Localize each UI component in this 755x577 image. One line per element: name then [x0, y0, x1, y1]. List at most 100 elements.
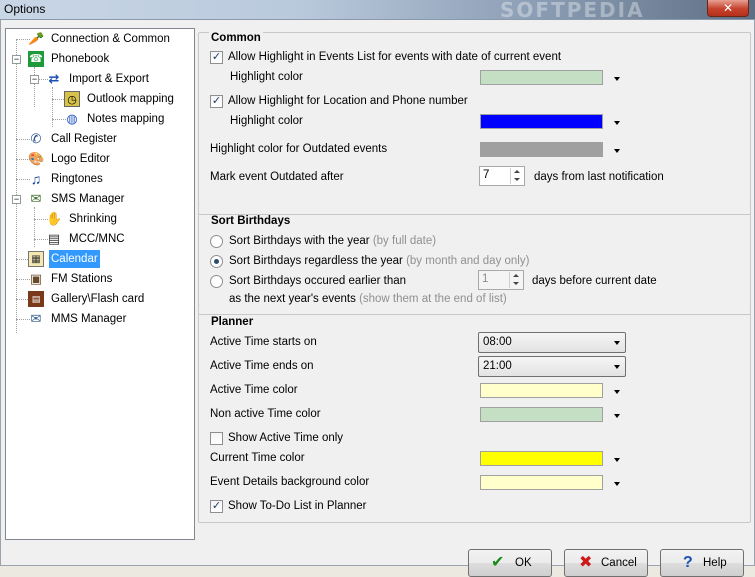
show-active-only-label: Show Active Time only — [228, 432, 344, 444]
tree-item-label: Shrinking — [69, 213, 117, 225]
active-start-value: 08:00 — [483, 336, 512, 348]
common-group-title: Common — [209, 32, 263, 44]
tree-item-label: Import & Export — [69, 73, 149, 85]
cancel-label: Cancel — [601, 557, 637, 569]
current-color-dropdown-icon[interactable] — [614, 458, 620, 462]
outdated-color-swatch[interactable] — [480, 142, 603, 157]
ok-button[interactable]: ✔ OK — [468, 549, 552, 577]
active-end-select[interactable]: 21:00 — [478, 356, 626, 377]
show-active-only-checkbox[interactable] — [210, 432, 223, 445]
nonactive-color-label: Non active Time color — [210, 408, 321, 420]
title-bar[interactable]: Options SOFTPEDIA ✕ — [0, 0, 755, 22]
tree-item-label: FM Stations — [51, 273, 113, 285]
highlight-location-checkbox[interactable]: ✓ — [210, 95, 223, 108]
details-bg-swatch[interactable] — [480, 475, 603, 490]
help-icon: ? — [683, 554, 693, 571]
calendar-options-panel: Common ✓ Allow Highlight in Events List … — [198, 20, 752, 523]
cancel-button[interactable]: ✖ Cancel — [564, 549, 648, 577]
spinner-buttons[interactable] — [509, 272, 522, 288]
nonactive-color-dropdown-icon[interactable] — [614, 414, 620, 418]
mark-outdated-value: 7 — [483, 169, 490, 181]
phone-icon: ☎ — [28, 51, 44, 67]
highlight-color-dropdown-icon[interactable] — [614, 121, 620, 125]
highlight-color-dropdown-icon[interactable] — [614, 77, 620, 81]
mms-icon: ✉ — [30, 311, 42, 326]
sort-earlier-label: Sort Birthdays occured earlier than — [229, 275, 407, 287]
sort-birthdays-group: Sort Birthdays Sort Birthdays with the y… — [198, 203, 751, 315]
current-color-swatch[interactable] — [480, 451, 603, 466]
collapse-phonebook-toggle[interactable]: − — [12, 55, 21, 64]
collapse-import-export-toggle[interactable]: − — [30, 75, 39, 84]
chevron-down-icon — [614, 365, 620, 369]
tree-item-label: Phonebook — [51, 53, 110, 65]
birthdays-group-title: Sort Birthdays — [209, 215, 293, 227]
watermark: SOFTPEDIA — [500, 0, 645, 22]
tree-line — [52, 87, 53, 127]
details-bg-dropdown-icon[interactable] — [614, 482, 620, 486]
gallery-icon: ▤ — [28, 291, 44, 307]
tree-item-label: Gallery\Flash card — [51, 293, 145, 305]
sms-icon: ✉ — [30, 191, 42, 206]
window-title: Options — [4, 2, 46, 16]
active-color-swatch[interactable] — [480, 383, 603, 398]
close-button[interactable]: ✕ — [707, 0, 749, 17]
antenna-icon: ▤ — [47, 231, 61, 246]
details-bg-label: Event Details background color — [210, 476, 370, 488]
mark-outdated-spinner[interactable]: 7 — [479, 166, 525, 186]
tree-item-label: MMS Manager — [51, 313, 127, 325]
outdated-color-label: Highlight color for Outdated events — [210, 143, 388, 155]
planner-group: Planner Active Time starts on 08:00 Acti… — [198, 304, 751, 523]
hand-icon: ✋ — [46, 211, 63, 226]
help-button[interactable]: ? Help — [660, 549, 744, 577]
sort-regardless-year-label: Sort Birthdays regardless the year (by m… — [229, 255, 530, 267]
common-group: Common ✓ Allow Highlight in Events List … — [198, 32, 751, 215]
calendar-icon: ▦ — [28, 251, 44, 267]
active-end-value: 21:00 — [483, 360, 512, 372]
globe-icon: ◍ — [66, 111, 78, 126]
radio-icon: ▣ — [29, 271, 43, 286]
active-start-label: Active Time starts on — [210, 336, 317, 348]
sort-regardless-year-radio[interactable] — [210, 255, 223, 268]
clock-icon: ◷ — [64, 91, 80, 107]
sort-with-year-label: Sort Birthdays with the year (by full da… — [229, 235, 437, 247]
cancel-x-icon: ✖ — [579, 554, 593, 571]
highlight-color-label: Highlight color — [230, 71, 303, 83]
days-before-value: 1 — [482, 273, 489, 285]
highlight-color-swatch[interactable] — [480, 114, 603, 129]
nonactive-color-swatch[interactable] — [480, 407, 603, 422]
active-color-label: Active Time color — [210, 384, 298, 396]
collapse-sms-manager-toggle[interactable]: − — [12, 195, 21, 204]
sort-with-year-radio[interactable] — [210, 235, 223, 248]
highlight-color-label: Highlight color — [230, 115, 303, 127]
options-dialog: − − − 🥕 Connection & Common ☎ Phonebook … — [0, 20, 755, 577]
highlight-events-checkbox[interactable]: ✓ — [210, 51, 223, 64]
show-todo-label: Show To-Do List in Planner — [228, 500, 367, 512]
mark-outdated-suffix: days from last notification — [534, 171, 664, 183]
tree-item-label: MCC/MNC — [69, 233, 125, 245]
call-register-icon: ✆ — [30, 131, 42, 146]
carrot-icon: 🥕 — [28, 31, 45, 46]
highlight-color-swatch[interactable] — [480, 70, 603, 85]
options-tree[interactable]: − − − 🥕 Connection & Common ☎ Phonebook … — [5, 28, 195, 540]
active-start-select[interactable]: 08:00 — [478, 332, 626, 353]
palette-icon: 🎨 — [28, 151, 45, 166]
active-color-dropdown-icon[interactable] — [614, 390, 620, 394]
music-note-icon: ♫ — [30, 171, 42, 187]
checkmark-icon: ✔ — [491, 554, 505, 571]
tree-item-label: Call Register — [51, 133, 117, 145]
tree-item-label: SMS Manager — [51, 193, 125, 205]
show-todo-checkbox[interactable]: ✓ — [210, 500, 223, 513]
tree-line — [34, 67, 35, 107]
sync-arrows-icon: ⇄ — [48, 71, 60, 86]
spinner-buttons[interactable] — [510, 168, 523, 184]
tree-item-label: Outlook mapping — [87, 93, 174, 105]
outdated-color-dropdown-icon[interactable] — [614, 149, 620, 153]
tree-item-label: Connection & Common — [51, 33, 170, 45]
help-label: Help — [703, 557, 727, 569]
sort-earlier-radio[interactable] — [210, 275, 223, 288]
tree-item-label: Logo Editor — [51, 153, 110, 165]
tree-item-label: Ringtones — [51, 173, 103, 185]
highlight-location-label: Allow Highlight for Location and Phone n… — [228, 95, 468, 107]
days-before-spinner[interactable]: 1 — [478, 270, 524, 290]
planner-group-title: Planner — [209, 316, 256, 328]
